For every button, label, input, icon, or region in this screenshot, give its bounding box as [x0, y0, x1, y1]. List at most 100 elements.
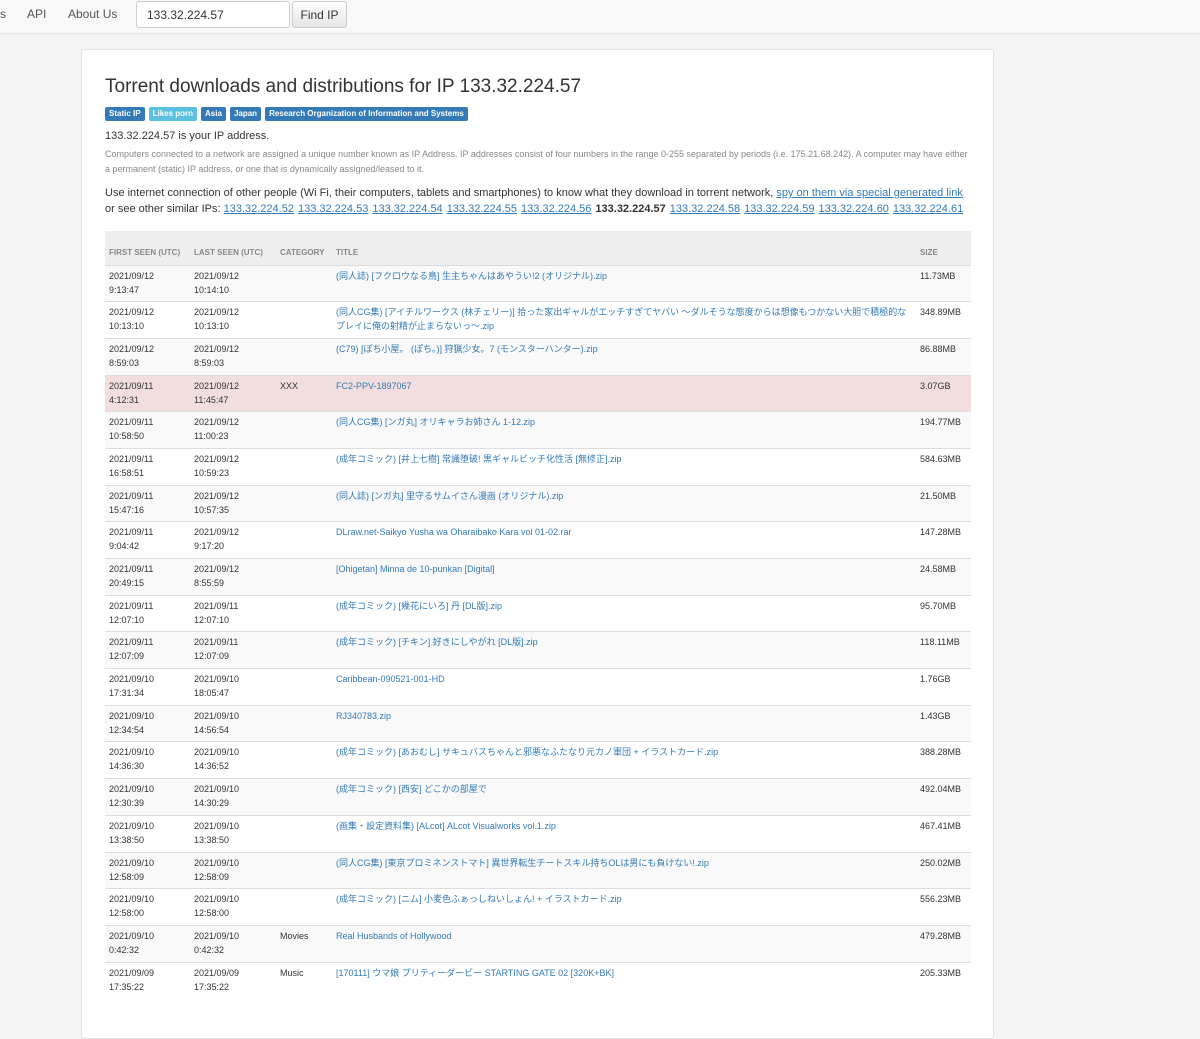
similar-ip-link[interactable]: 133.32.224.58	[670, 203, 740, 215]
torrent-title-link[interactable]: (同人CG集) [東京プロミネンストマト] 異世界転生チートスキル持ちOLは男に…	[336, 858, 709, 868]
nav-link-api[interactable]: API	[27, 7, 46, 21]
last-seen-date: 2021/09/11	[194, 600, 239, 611]
table-row: 2021/09/10 12:58:00 2021/09/10 12:58:00 (成年コ…	[105, 888, 971, 926]
first-seen-date: 2021/09/09	[109, 967, 155, 978]
title-cell: (成年コミック) [ニム] 小麦色ふぁっしねいしょん! + イラストカード.zi…	[332, 888, 916, 926]
size-cell: 118.11MB	[916, 631, 971, 669]
torrent-title-link[interactable]: [Ohigetan] Minna de 10-punkan [Digital]	[336, 564, 495, 574]
spy-link[interactable]: spy on them via special generated link	[776, 187, 963, 199]
header-title[interactable]: TITLE	[332, 231, 916, 265]
torrent-title-link[interactable]: (同人CG集) [アイチルワークス (林チェリー)] 拾った家出ギャルがエッチす…	[336, 307, 906, 331]
last-seen-time: 10:59:23	[194, 467, 230, 478]
size-cell: 467.41MB	[916, 814, 971, 852]
category-cell	[276, 447, 332, 486]
category-cell	[276, 631, 332, 669]
torrent-title-link[interactable]: FC2-PPV-1897067	[336, 381, 412, 391]
torrent-title-link[interactable]: Caribbean-090521-001-HD	[336, 674, 445, 684]
similar-ip-link[interactable]: 133.32.224.56	[521, 203, 591, 215]
last-seen-cell: 2021/09/09 17:35:22	[190, 961, 276, 999]
last-seen-time: 11:45:47	[194, 394, 229, 405]
similar-ip-link[interactable]: 133.32.224.61	[893, 203, 963, 215]
first-seen-date: 2021/09/11	[109, 490, 154, 501]
first-seen-cell: 2021/09/10 17:31:34	[105, 668, 190, 706]
torrent-title-link[interactable]: (成年コミック) [チキン] 好きにしやがれ [DL版].zip	[336, 637, 538, 647]
similar-ip-link[interactable]: 133.32.224.54	[372, 203, 442, 215]
table-row: 2021/09/10 13:38:50 2021/09/10 13:38:50 (画集・…	[105, 814, 971, 852]
torrent-title-link[interactable]: (成年コミック) [西安] どこかの部屋で	[336, 784, 487, 794]
first-seen-cell: 2021/09/10 13:38:50	[105, 814, 190, 852]
first-seen-date: 2021/09/12	[109, 270, 155, 281]
first-seen-cell: 2021/09/12 8:59:03	[105, 337, 190, 376]
similar-ip-link[interactable]: 133.32.224.55	[447, 203, 517, 215]
first-seen-cell: 2021/09/10 12:58:00	[105, 888, 190, 926]
title-cell: FC2-PPV-1897067	[332, 374, 916, 412]
last-seen-date: 2021/09/12	[194, 270, 240, 281]
last-seen-cell: 2021/09/10 13:38:50	[190, 814, 276, 852]
nav-link-about[interactable]: About Us	[68, 7, 117, 21]
torrent-title-link[interactable]: (成年コミック) [ニム] 小麦色ふぁっしねいしょん! + イラストカード.zi…	[336, 894, 622, 904]
category-cell	[276, 264, 332, 302]
title-cell: [Ohigetan] Minna de 10-punkan [Digital]	[332, 558, 916, 596]
spy-paragraph: Use internet connection of other people …	[105, 185, 971, 217]
last-seen-time: 14:36:52	[194, 761, 230, 772]
torrent-title-link[interactable]: DLraw.net-Saikyo Yusha wa Oharaibako Kar…	[336, 527, 571, 537]
first-seen-cell: 2021/09/12 10:13:10	[105, 301, 190, 339]
torrent-title-link[interactable]: Real Husbands of Hollywood	[336, 931, 452, 941]
last-seen-cell: 2021/09/12 10:14:10	[190, 264, 276, 302]
similar-ip-link[interactable]: 133.32.224.53	[298, 203, 368, 215]
first-seen-time: 12:34:54	[109, 724, 145, 735]
first-seen-cell: 2021/09/09 17:35:22	[105, 961, 190, 999]
size-cell: 584.63MB	[916, 447, 971, 486]
nav-link-cut[interactable]: s	[0, 7, 6, 21]
title-cell: [170111] ウマ娘 プリティーダービー STARTING GATE 02 …	[332, 961, 916, 999]
first-seen-cell: 2021/09/10 12:34:54	[105, 704, 190, 742]
last-seen-cell: 2021/09/10 14:56:54	[190, 704, 276, 742]
table-header-row: FIRST SEEN (UTC) LAST SEEN (UTC) CATEGOR…	[105, 231, 971, 265]
ip-explanation: Computers connected to a network are ass…	[105, 149, 968, 174]
last-seen-time: 12:07:10	[194, 614, 230, 625]
first-seen-date: 2021/09/12	[109, 307, 155, 318]
first-seen-time: 9:04:42	[109, 541, 140, 552]
first-seen-date: 2021/09/12	[109, 343, 155, 354]
category-cell	[276, 521, 332, 559]
torrent-title-link[interactable]: (成年コミック) [あおむし] サキュバスちゃんと邪悪なふたなり元カノ軍団 + …	[336, 747, 718, 757]
header-size[interactable]: SIZE	[916, 231, 971, 265]
size-cell: 3.07GB	[916, 374, 971, 412]
torrent-title-link[interactable]: (画集・設定資料集) [ALcot] ALcot Visualworks vol…	[336, 821, 556, 831]
similar-ip-link[interactable]: 133.32.224.60	[818, 203, 888, 215]
first-seen-time: 0:42:32	[109, 944, 140, 955]
first-seen-time: 17:35:22	[109, 981, 145, 992]
torrent-title-link[interactable]: [170111] ウマ娘 プリティーダービー STARTING GATE 02 …	[336, 968, 614, 978]
torrent-title-link[interactable]: RJ340783.zip	[336, 711, 391, 721]
first-seen-date: 2021/09/10	[109, 710, 155, 721]
header-category[interactable]: CATEGORY	[276, 231, 332, 265]
similar-ip-link[interactable]: 133.32.224.52	[224, 203, 294, 215]
last-seen-date: 2021/09/11	[194, 637, 239, 648]
similar-ip-link[interactable]: 133.32.224.59	[744, 203, 814, 215]
header-last-seen[interactable]: LAST SEEN (UTC)	[190, 231, 276, 265]
last-seen-cell: 2021/09/12 11:00:23	[190, 411, 276, 449]
torrent-title-link[interactable]: (同人誌) [ンガ丸] 里守るサムイさん漫画 (オリジナル).zip	[336, 491, 563, 501]
torrent-title-link[interactable]: (成年コミック) [幾花にいろ] 丹 [DL版].zip	[336, 601, 502, 611]
torrent-title-link[interactable]: (同人CG集) [ンガ丸] オリキャラお姉さん 1-12.zip	[336, 417, 535, 427]
table-row: 2021/09/12 8:59:03 2021/09/12 8:59:03 (C79) …	[105, 337, 971, 376]
last-seen-cell: 2021/09/12 9:17:20	[190, 521, 276, 559]
find-ip-button[interactable]: Find IP	[292, 1, 347, 28]
torrent-title-link[interactable]: (C79) [ぽち小屋。 (ぽち。)] 狩猟少女。7 (モンスターハンター).z…	[336, 344, 598, 354]
first-seen-cell: 2021/09/11 20:49:15	[105, 558, 190, 596]
category-cell	[276, 337, 332, 376]
first-seen-cell: 2021/09/11 15:47:16	[105, 484, 190, 522]
size-cell: 1.76GB	[916, 668, 971, 706]
last-seen-date: 2021/09/09	[194, 967, 240, 978]
size-cell: 21.50MB	[916, 484, 971, 522]
header-first-seen[interactable]: FIRST SEEN (UTC)	[105, 231, 190, 265]
torrent-title-link[interactable]: (成年コミック) [井上七樹] 常識堕破! 黒ギャルビッチ化性活 [無修正].z…	[336, 454, 622, 464]
last-seen-time: 17:35:22	[194, 981, 230, 992]
first-seen-date: 2021/09/10	[109, 894, 155, 905]
last-seen-time: 18:05:47	[194, 688, 230, 699]
category-cell	[276, 888, 332, 926]
table-row: 2021/09/11 20:49:15 2021/09/12 8:55:59 [Ohig…	[105, 558, 971, 596]
title-cell: (同人CG集) [アイチルワークス (林チェリー)] 拾った家出ギャルがエッチす…	[332, 301, 916, 339]
ip-search-input[interactable]	[136, 1, 290, 28]
torrent-title-link[interactable]: (同人誌) [フクロウなる鳥] 生主ちゃんはあやうい!2 (オリジナル).zip	[336, 271, 607, 281]
